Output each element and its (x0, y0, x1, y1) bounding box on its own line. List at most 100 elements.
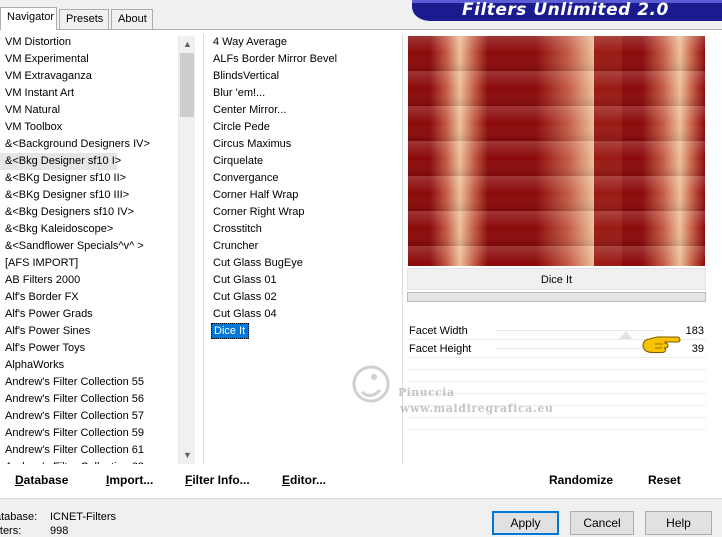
category-item[interactable]: VM Experimental (0, 51, 196, 68)
filter-item[interactable]: 4 Way Average (206, 34, 400, 51)
category-item[interactable]: &<BKg Designer sf10 II> (0, 170, 196, 187)
preview-facet-row (408, 246, 705, 266)
param-value[interactable]: 183 (686, 322, 704, 340)
filter-item-label: BlindsVertical (213, 70, 280, 82)
category-item[interactable]: AB Filters 2000 (0, 272, 196, 289)
param-label: Facet Height (409, 343, 472, 355)
filter-item-label: Corner Half Wrap (213, 189, 299, 201)
category-item[interactable]: VM Toolbox (0, 119, 196, 136)
filter-item[interactable]: Circle Pede (206, 119, 400, 136)
filter-preview (408, 36, 705, 266)
category-item[interactable]: &<Background Designers IV> (0, 136, 196, 153)
filter-item[interactable]: Cut Glass 02 (206, 289, 400, 306)
editor-button[interactable]: Editor... (282, 471, 326, 489)
filter-item[interactable]: Blur 'em!... (206, 85, 400, 102)
preview-facet-row (408, 36, 705, 71)
category-item[interactable]: VM Natural (0, 102, 196, 119)
category-item[interactable]: [AFS IMPORT] (0, 255, 196, 272)
filter-item-label: Dice It (211, 323, 250, 339)
randomize-button[interactable]: Randomize (549, 471, 613, 489)
preview-facet-row (408, 71, 705, 106)
tab-about[interactable]: About (111, 9, 153, 29)
filter-list[interactable]: 4 Way Average ALFs Border Mirror Bevel Bli… (206, 34, 400, 464)
info-label: atabase: (0, 511, 38, 523)
filter-item[interactable]: Cut Glass 04 (206, 306, 400, 323)
category-item[interactable]: &<BKg Designer sf10 III> (0, 187, 196, 204)
button-label: ditor... (290, 473, 327, 487)
category-item[interactable]: VM Instant Art (0, 85, 196, 102)
preview-facet-row (408, 176, 705, 211)
button-label: atabase (23, 473, 69, 487)
category-item[interactable]: Alf's Border FX (0, 289, 196, 306)
category-item[interactable]: VM Distortion (0, 34, 196, 51)
preview-facet-row (408, 141, 705, 176)
filter-item[interactable]: Corner Half Wrap (206, 187, 400, 204)
category-item[interactable]: Alf's Power Grads (0, 306, 196, 323)
category-item[interactable]: Andrew's Filter Collection 55 (0, 374, 196, 391)
accelerator-letter: E (282, 473, 291, 487)
progress-bar (407, 292, 706, 302)
category-item[interactable]: Andrew's Filter Collection 59 (0, 425, 196, 442)
category-item[interactable]: Alf's Power Toys (0, 340, 196, 357)
category-item[interactable]: &<Bkg Designers sf10 IV> (0, 204, 196, 221)
category-scrollbar[interactable]: ▲ ▼ (178, 36, 195, 464)
filter-item[interactable]: Corner Right Wrap (206, 204, 400, 221)
category-item[interactable]: AlphaWorks (0, 357, 196, 374)
filter-item[interactable]: Cut Glass BugEye (206, 255, 400, 272)
filter-item[interactable]: ALFs Border Mirror Bevel (206, 51, 400, 68)
param-empty (407, 382, 706, 394)
filter-item-label: Center Mirror... (213, 104, 287, 116)
button-label: ilter Info... (192, 473, 250, 487)
tab-navigator[interactable]: Navigator (0, 7, 57, 30)
database-button[interactable]: Database (15, 471, 68, 489)
filter-item-label: Crosstitch (213, 223, 262, 235)
filter-item[interactable]: Cut Glass 01 (206, 272, 400, 289)
filter-item[interactable]: Dice It (206, 323, 400, 340)
scrollbar-thumb[interactable] (180, 53, 194, 117)
app-title: Filters Unlimited 2.0 (462, 0, 669, 20)
import-button[interactable]: Import... (106, 471, 153, 489)
category-item[interactable]: Andrew's Filter Collection 61 (0, 442, 196, 459)
filter-item-label: Cruncher (213, 240, 259, 252)
category-item[interactable]: VM Extravaganza (0, 68, 196, 85)
filter-item[interactable]: Crosstitch (206, 221, 400, 238)
filter-item[interactable]: Center Mirror... (206, 102, 400, 119)
category-item[interactable]: Alf's Power Sines (0, 323, 196, 340)
param-slider[interactable] (495, 330, 665, 331)
category-item[interactable]: Andrew's Filter Collection 56 (0, 391, 196, 408)
filter-item[interactable]: Convergance (206, 170, 400, 187)
app-banner: Filters Unlimited 2.0 (412, 0, 722, 21)
cancel-button[interactable]: Cancel (570, 511, 634, 535)
category-item[interactable]: Andrew's Filter Collection 62 (0, 459, 196, 464)
slider-thumb-icon[interactable] (619, 331, 633, 339)
filter-info-button[interactable]: Filter Info... (185, 471, 250, 489)
param-empty (407, 418, 706, 430)
param-slider[interactable] (495, 348, 665, 349)
category-item[interactable]: &<Bkg Designer sf10 I> (0, 153, 121, 170)
category-item[interactable]: &<Sandflower Specials^v^ > (0, 238, 196, 255)
filter-item[interactable]: Cruncher (206, 238, 400, 255)
footer-divider (0, 498, 722, 499)
list-divider (402, 34, 403, 464)
filter-item-label: Cut Glass 01 (213, 274, 277, 286)
apply-button[interactable]: Apply (492, 511, 559, 535)
filter-item-label: Cut Glass 04 (213, 308, 277, 320)
reset-button[interactable]: Reset (648, 471, 681, 489)
filter-item[interactable]: Circus Maximus (206, 136, 400, 153)
param-value[interactable]: 39 (692, 340, 704, 358)
tab-presets[interactable]: Presets (59, 9, 109, 29)
category-list[interactable]: VM Distortion VM Experimental VM Extravaga… (0, 34, 196, 464)
param-label: Facet Width (409, 325, 468, 337)
scroll-down-icon[interactable]: ▼ (179, 447, 196, 464)
category-item[interactable]: Andrew's Filter Collection 57 (0, 408, 196, 425)
category-item[interactable]: &<Bkg Kaleidoscope> (0, 221, 196, 238)
scroll-up-icon[interactable]: ▲ (179, 36, 196, 53)
filter-item[interactable]: BlindsVertical (206, 68, 400, 85)
pointing-hand-icon (642, 336, 681, 353)
filter-item[interactable]: Cirquelate (206, 153, 400, 170)
param-empty (407, 370, 706, 382)
help-button[interactable]: Help (645, 511, 712, 535)
tab-bar: Navigator Presets About (0, 7, 160, 30)
button-label: mport... (109, 473, 154, 487)
preview-label: Dice It (407, 268, 706, 290)
